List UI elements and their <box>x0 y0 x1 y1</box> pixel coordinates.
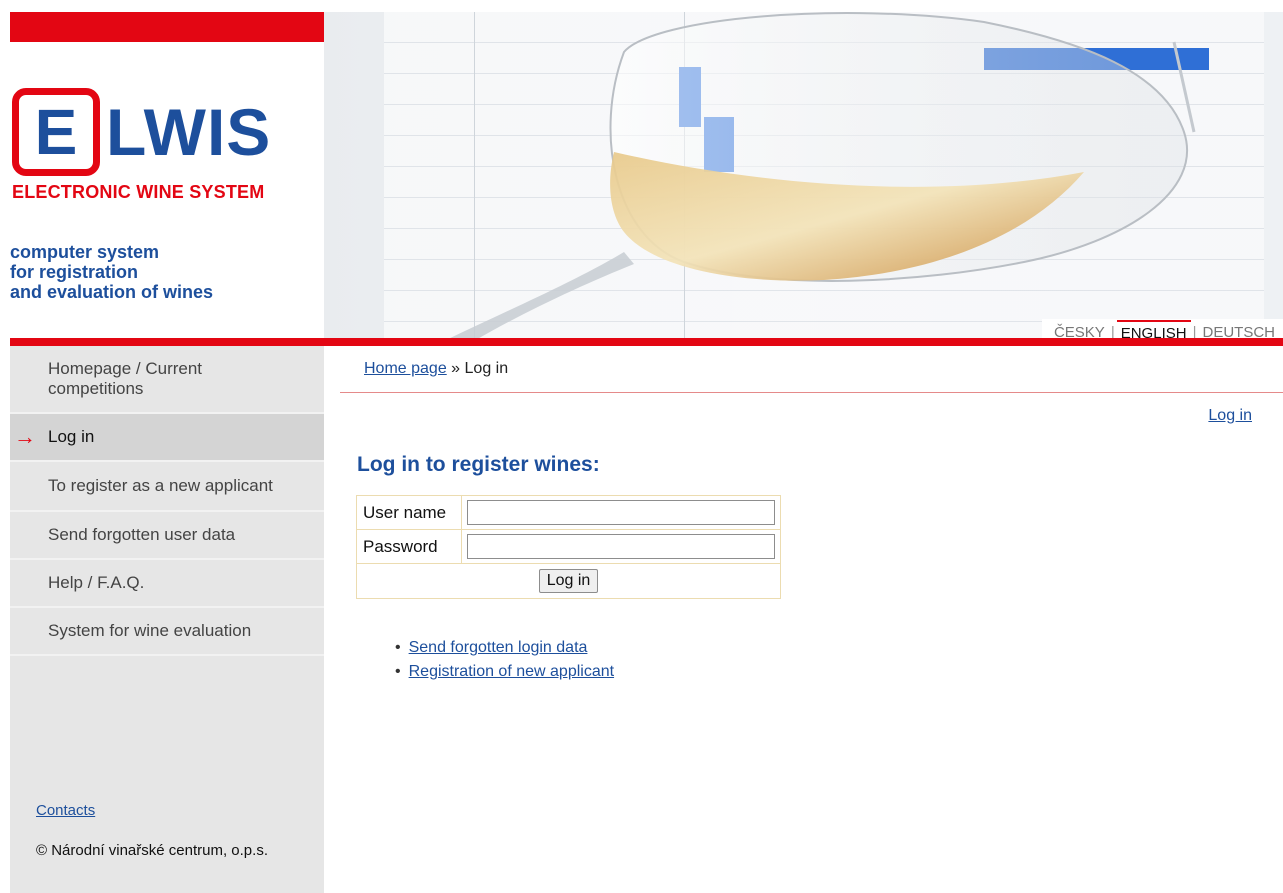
elwis-logo[interactable]: E LWIS <box>12 82 271 182</box>
sidebar-item-label: Send forgotten user data <box>48 525 236 544</box>
list-item: Send forgotten login data <box>395 636 614 660</box>
sidebar-item-homepage[interactable]: Homepage / Current competitions <box>10 346 324 414</box>
login-button[interactable]: Log in <box>538 569 599 593</box>
header-divider <box>10 338 1283 346</box>
logo-top-bar <box>10 12 324 42</box>
tagline-line: computer system <box>10 242 160 262</box>
tagline-line: and evaluation of wines <box>10 282 214 302</box>
tagline-line: for registration <box>10 262 139 282</box>
logo-letter-box: E <box>12 88 100 176</box>
wine-glass-illustration <box>444 12 1196 341</box>
page-title: Log in to register wines: <box>357 453 600 476</box>
arrow-right-icon: → <box>14 424 36 449</box>
sidebar-item-login[interactable]: → Log in <box>10 414 324 462</box>
help-links: Send forgotten login data Registration o… <box>395 636 614 684</box>
copyright: © Národní vinařské centrum, o.p.s. <box>36 842 268 859</box>
username-input[interactable] <box>467 500 775 525</box>
sidebar-item-label: System for wine evaluation <box>48 621 252 640</box>
logo-wordmark: LWIS <box>106 95 272 169</box>
forgotten-login-link[interactable]: Send forgotten login data <box>409 639 588 656</box>
sidebar-item-label: Homepage / Current competitions <box>48 359 203 398</box>
password-input[interactable] <box>467 534 775 559</box>
breadcrumb-separator: » <box>451 360 461 377</box>
top-login-link[interactable]: Log in <box>1208 407 1252 425</box>
sidebar-item-help[interactable]: Help / F.A.Q. <box>10 560 324 608</box>
breadcrumb-home-link[interactable]: Home page <box>364 360 447 377</box>
login-form: User name Password Log in <box>356 495 781 599</box>
sidebar-item-wine-evaluation[interactable]: System for wine evaluation <box>10 608 324 656</box>
username-cell <box>461 495 781 530</box>
sidebar-item-register[interactable]: To register as a new applicant <box>10 462 324 512</box>
password-cell <box>461 529 781 564</box>
sidebar-item-label: To register as a new applicant <box>48 476 273 495</box>
username-label: User name <box>356 495 462 530</box>
sidebar-item-label: Log in <box>48 427 95 446</box>
sidebar-item-label: Help / F.A.Q. <box>48 573 145 592</box>
breadcrumb-current: Log in <box>464 360 509 377</box>
sidebar: Homepage / Current competitions → Log in… <box>10 346 324 893</box>
submit-cell: Log in <box>356 563 781 599</box>
contacts-link[interactable]: Contacts <box>36 802 95 819</box>
sidebar-item-forgotten-data[interactable]: Send forgotten user data <box>10 512 324 560</box>
tagline: computer system for registration and eva… <box>10 242 213 302</box>
breadcrumb-divider <box>340 392 1283 393</box>
list-item: Registration of new applicant <box>395 660 614 684</box>
register-applicant-link[interactable]: Registration of new applicant <box>409 663 614 680</box>
logo-area: E LWIS ELECTRONIC WINE SYSTEM computer s… <box>10 12 324 341</box>
password-label: Password <box>356 529 462 564</box>
breadcrumb: Home page » Log in <box>364 360 508 378</box>
header: E LWIS ELECTRONIC WINE SYSTEM computer s… <box>0 0 1283 346</box>
banner-image: ČESKY | ENGLISH | DEUTSCH <box>324 12 1283 341</box>
logo-subtitle: ELECTRONIC WINE SYSTEM <box>12 182 265 202</box>
